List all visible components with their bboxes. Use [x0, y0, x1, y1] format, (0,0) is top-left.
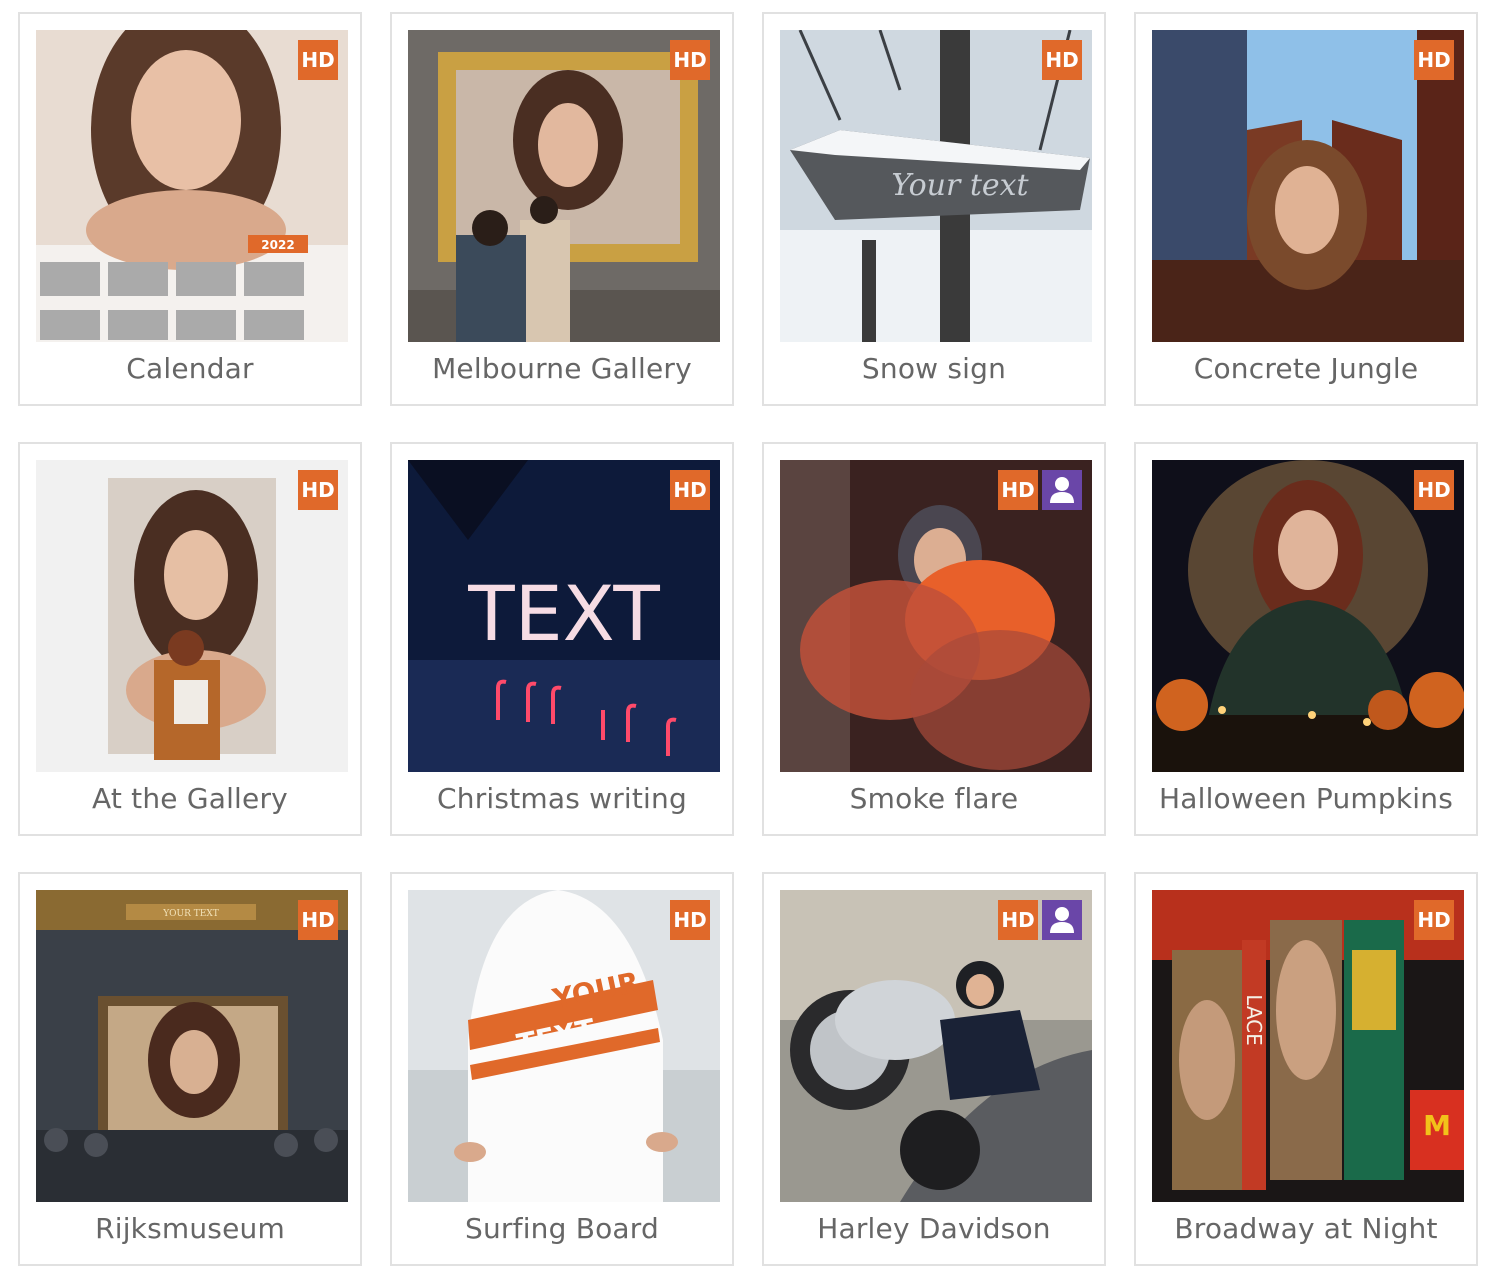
- effect-card-christmas-writing[interactable]: TEXT HD Christmas writing: [390, 442, 734, 836]
- effect-title: Broadway at Night: [1174, 1212, 1438, 1245]
- hd-badge: HD: [670, 900, 710, 940]
- effect-title: Harley Davidson: [817, 1212, 1051, 1245]
- effect-thumbnail[interactable]: YOUR TEXT HD: [36, 890, 348, 1202]
- effect-thumbnail[interactable]: HD: [780, 460, 1092, 772]
- effect-card-harley-davidson[interactable]: HD Harley Davidson: [762, 872, 1106, 1266]
- effect-thumbnail[interactable]: HD: [780, 890, 1092, 1202]
- hd-badge: HD: [1414, 40, 1454, 80]
- effect-card-broadway-at-night[interactable]: LACE M HD Broadway at Night: [1134, 872, 1478, 1266]
- effect-card-rijksmuseum[interactable]: YOUR TEXT HD Rijksmuseum: [18, 872, 362, 1266]
- effect-card-melbourne-gallery[interactable]: HD Melbourne Gallery: [390, 12, 734, 406]
- effect-title: Smoke flare: [849, 782, 1019, 815]
- effect-title: Concrete Jungle: [1193, 352, 1419, 385]
- effect-card-snow-sign[interactable]: Your text HD Snow sign: [762, 12, 1106, 406]
- banner-text: YOUR TEXT: [162, 909, 219, 919]
- effect-title: At the Gallery: [92, 782, 288, 815]
- effect-title: Snow sign: [861, 352, 1007, 385]
- effect-thumbnail[interactable]: HD: [36, 460, 348, 772]
- svg-text:M: M: [1423, 1109, 1451, 1142]
- effect-title: Calendar: [126, 352, 254, 385]
- effect-title: Surfing Board: [465, 1212, 659, 1245]
- effect-title: Christmas writing: [437, 782, 687, 815]
- hd-badge: HD: [298, 40, 338, 80]
- calendar-year: 2022: [261, 238, 294, 252]
- effect-thumbnail[interactable]: HD: [1152, 460, 1464, 772]
- effect-card-concrete-jungle[interactable]: HD Concrete Jungle: [1134, 12, 1478, 406]
- effects-grid: 2022 HD Calendar HD Melbourne Gallery Yo…: [0, 0, 1498, 1286]
- hd-badge: HD: [1414, 470, 1454, 510]
- billboard-text: LACE: [1242, 994, 1266, 1046]
- effect-card-halloween-pumpkins[interactable]: HD Halloween Pumpkins: [1134, 442, 1478, 836]
- hd-badge: HD: [298, 470, 338, 510]
- effect-thumbnail[interactable]: HD: [408, 30, 720, 342]
- hd-badge: HD: [670, 40, 710, 80]
- user-icon: [1042, 470, 1082, 510]
- user-icon: [1042, 900, 1082, 940]
- hd-badge: HD: [1414, 900, 1454, 940]
- effect-thumbnail[interactable]: YOUR TEXT HD: [408, 890, 720, 1202]
- hd-badge: HD: [998, 470, 1038, 510]
- effect-title: Melbourne Gallery: [432, 352, 692, 385]
- hd-badge: HD: [298, 900, 338, 940]
- sign-text: Your text: [891, 168, 1029, 203]
- effect-title: Halloween Pumpkins: [1158, 782, 1454, 815]
- effect-title: Rijksmuseum: [95, 1212, 285, 1245]
- light-text: TEXT: [467, 569, 660, 658]
- effect-thumbnail[interactable]: HD: [1152, 30, 1464, 342]
- hd-badge: HD: [670, 470, 710, 510]
- effect-thumbnail[interactable]: TEXT HD: [408, 460, 720, 772]
- hd-badge: HD: [998, 900, 1038, 940]
- effect-thumbnail[interactable]: 2022 HD: [36, 30, 348, 342]
- effect-card-at-the-gallery[interactable]: HD At the Gallery: [18, 442, 362, 836]
- hd-badge: HD: [1042, 40, 1082, 80]
- effect-card-surfing-board[interactable]: YOUR TEXT HD Surfing Board: [390, 872, 734, 1266]
- effect-card-smoke-flare[interactable]: HD Smoke flare: [762, 442, 1106, 836]
- effect-thumbnail[interactable]: Your text HD: [780, 30, 1092, 342]
- effect-card-calendar[interactable]: 2022 HD Calendar: [18, 12, 362, 406]
- effect-thumbnail[interactable]: LACE M HD: [1152, 890, 1464, 1202]
